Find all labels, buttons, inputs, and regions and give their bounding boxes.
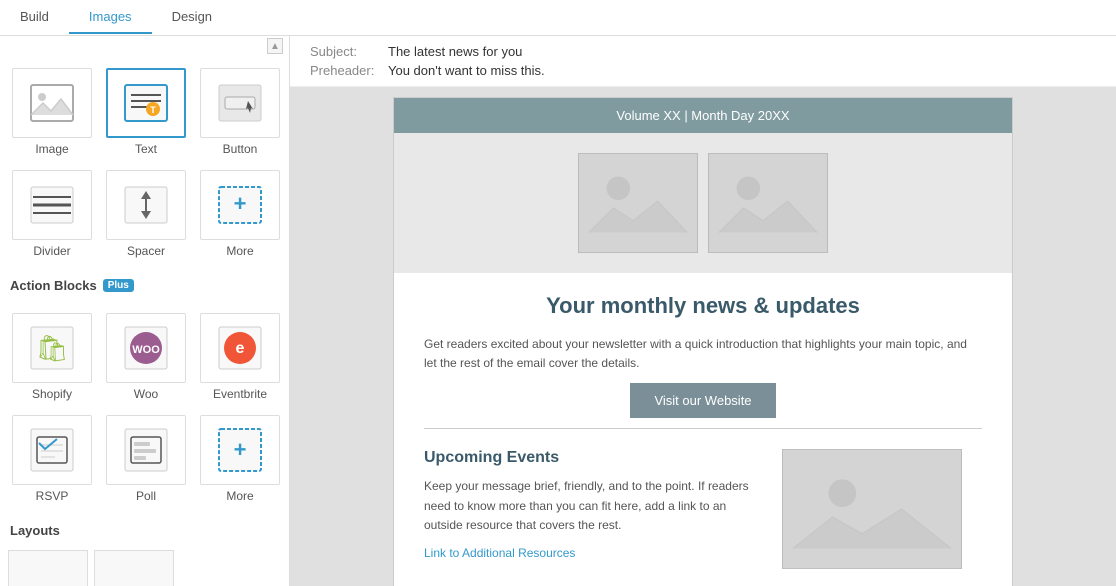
block-more2-label: More [226,489,253,503]
block-woo-label: Woo [134,387,158,401]
block-rsvp-label: RSVP [36,489,69,503]
svg-text:T: T [150,105,156,115]
block-poll[interactable]: Poll [102,411,190,507]
block-eventbrite[interactable]: e Eventbrite [196,309,284,405]
block-image-label: Image [35,142,68,156]
preheader-row: Preheader: You don't want to miss this. [310,63,1096,78]
email-events-text: Upcoming Events Keep your message brief,… [424,449,766,569]
block-more2-icon: + [200,415,280,485]
block-rsvp-icon [12,415,92,485]
email-body: Your monthly news & updates Get readers … [394,273,1012,586]
subject-label: Subject: [310,44,380,59]
svg-text:e: e [236,340,245,357]
block-spacer-icon [106,170,186,240]
svg-text:🛍: 🛍 [35,333,68,363]
email-body-text: Keep your message brief, friendly, and t… [424,477,766,535]
email-header-text: Volume XX | Month Day 20XX [616,108,789,123]
scroll-up-arrow[interactable]: ▲ [267,38,283,54]
top-bar: Build Images Design [0,0,1116,36]
block-text[interactable]: T Text [102,64,190,160]
block-divider-icon [12,170,92,240]
events-image-placeholder [782,449,962,569]
block-divider-label: Divider [33,244,70,258]
plus-badge: Plus [103,279,134,292]
block-eventbrite-icon: e [200,313,280,383]
email-divider [424,428,982,429]
block-more1[interactable]: + More [196,166,284,262]
tab-images[interactable]: Images [69,1,152,34]
block-poll-icon [106,415,186,485]
block-divider[interactable]: Divider [8,166,96,262]
block-eventbrite-label: Eventbrite [213,387,267,401]
action-blocks-label: Action Blocks [10,278,97,293]
hero-image-placeholder-2 [708,153,828,253]
content-blocks-grid: Image T Text [0,56,289,270]
block-woo-icon: WOO [106,313,186,383]
layouts-label: Layouts [10,523,60,538]
tab-design[interactable]: Design [152,1,232,34]
action-blocks-grid: 🛍 Shopify WOO Woo [0,301,289,515]
block-rsvp[interactable]: RSVP [8,411,96,507]
preview-area: Subject: The latest news for you Prehead… [290,36,1116,586]
email-headline: Your monthly news & updates [424,293,982,319]
email-meta: Subject: The latest news for you Prehead… [290,36,1116,87]
email-two-col: Upcoming Events Keep your message brief,… [424,439,982,579]
block-image[interactable]: Image [8,64,96,160]
email-container: Volume XX | Month Day 20XX [393,97,1013,586]
preheader-label: Preheader: [310,63,380,78]
email-additional-link[interactable]: Link to Additional Resources [424,546,575,560]
block-button-icon [200,68,280,138]
email-button-wrapper: Visit our Website [424,393,982,408]
block-text-label: Text [135,142,157,156]
main-content: ▲ Image [0,36,1116,586]
block-shopify-label: Shopify [32,387,72,401]
svg-text:+: + [234,437,247,462]
email-section-title: Upcoming Events [424,449,766,467]
block-more2[interactable]: + More [196,411,284,507]
sidebar: ▲ Image [0,36,290,586]
preheader-value: You don't want to miss this. [388,63,545,78]
svg-text:WOO: WOO [132,344,160,356]
block-woo[interactable]: WOO Woo [102,309,190,405]
action-blocks-header: Action Blocks Plus [0,270,289,301]
layouts-header: Layouts [0,515,289,546]
block-text-icon: T [106,68,186,138]
block-image-icon [12,68,92,138]
subject-row: Subject: The latest news for you [310,44,1096,59]
block-more1-icon: + [200,170,280,240]
block-spacer[interactable]: Spacer [102,166,190,262]
tab-build[interactable]: Build [0,1,69,34]
subject-value: The latest news for you [388,44,522,59]
email-events-image [782,449,982,569]
block-shopify-icon: 🛍 [12,313,92,383]
block-shopify[interactable]: 🛍 Shopify [8,309,96,405]
email-intro: Get readers excited about your newslette… [424,335,982,373]
email-header: Volume XX | Month Day 20XX [394,98,1012,133]
block-poll-label: Poll [136,489,156,503]
svg-text:+: + [234,191,247,216]
block-button-label: Button [223,142,258,156]
email-hero-image [394,133,1012,273]
block-more1-label: More [226,244,253,258]
block-button[interactable]: Button [196,64,284,160]
email-visit-button[interactable]: Visit our Website [630,383,775,418]
block-spacer-label: Spacer [127,244,165,258]
hero-image-placeholder-1 [578,153,698,253]
